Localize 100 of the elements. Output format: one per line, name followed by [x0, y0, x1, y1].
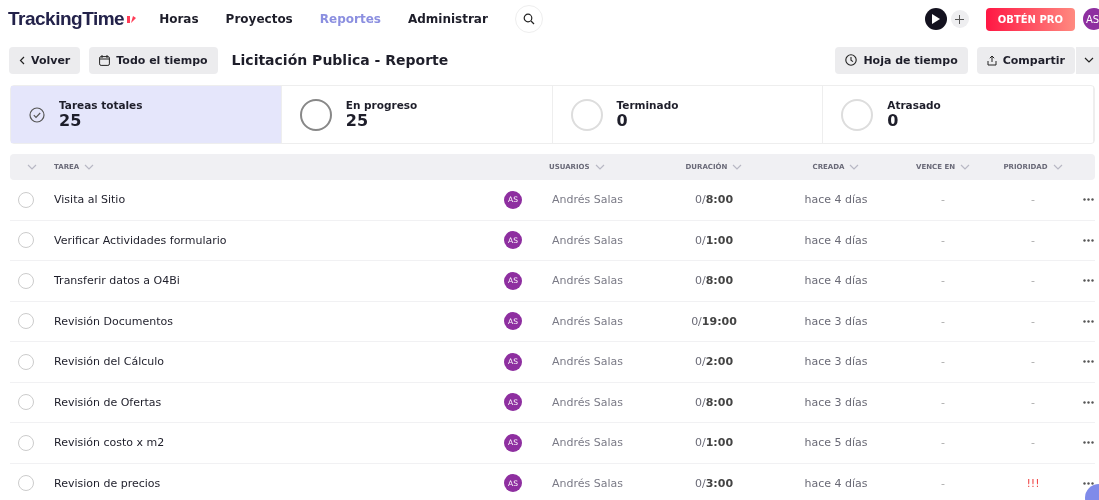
priority-value: -	[1030, 355, 1036, 369]
created-date: hace 5 días	[803, 436, 869, 450]
due-date: -	[940, 476, 946, 490]
duration-value: 0/8:00	[693, 274, 735, 288]
share-icon	[986, 54, 997, 66]
progress-ring	[299, 98, 332, 131]
add-button[interactable]	[950, 10, 969, 28]
more-icon[interactable]	[1083, 481, 1094, 485]
task-name[interactable]: Transferir datos a O4Bi	[54, 274, 504, 288]
created-date: hace 4 días	[803, 193, 869, 207]
more-icon[interactable]	[1083, 279, 1094, 283]
task-name[interactable]: Revisión de Ofertas	[54, 395, 504, 409]
chevron-down-icon[interactable]	[849, 164, 860, 170]
search-icon	[522, 13, 535, 25]
task-name[interactable]: Revision de precios	[54, 476, 504, 490]
stat-label: Atrasado	[887, 99, 941, 111]
duration-value: 0/3:00	[693, 476, 735, 490]
stat-value: 0	[887, 111, 900, 130]
user-name: Andrés Salas	[552, 314, 624, 328]
priority-value: -	[1030, 436, 1036, 450]
priority-value: -	[1030, 233, 1036, 247]
stat-label: Terminado	[616, 99, 679, 111]
created-date: hace 4 días	[803, 233, 869, 247]
task-name[interactable]: Revisión del Cálculo	[54, 355, 504, 369]
task-name[interactable]: Visita al Sitio	[54, 193, 504, 207]
stat-value: 25	[59, 111, 83, 130]
plus-icon	[955, 14, 965, 24]
stat-card[interactable]: En progreso 25	[281, 86, 553, 143]
user-avatar[interactable]: AS	[1083, 8, 1099, 30]
report-title: Licitación Publica - Reporte	[231, 52, 449, 68]
chevron-down-icon	[1084, 57, 1094, 63]
due-date: -	[940, 274, 946, 288]
stat-card[interactable]: Tareas totales 25	[11, 86, 282, 143]
due-date: -	[940, 436, 946, 450]
due-date: -	[940, 395, 946, 409]
stat-card[interactable]: Atrasado 0	[823, 86, 1094, 143]
due-date: -	[940, 193, 946, 207]
task-name[interactable]: Revisión Documentos	[54, 314, 504, 328]
created-date: hace 4 días	[803, 476, 869, 490]
progress-ring	[570, 98, 603, 131]
duration-value: 0/2:00	[693, 355, 735, 369]
user-name: Andrés Salas	[552, 436, 624, 450]
created-date: hace 3 días	[803, 355, 869, 369]
priority-value: -	[1030, 193, 1036, 207]
duration-value: 0/8:00	[693, 193, 735, 207]
duration-value: 0/8:00	[693, 395, 735, 409]
logo-icon	[126, 14, 138, 24]
user-name: Andrés Salas	[552, 476, 624, 490]
chevron-down-icon[interactable]	[594, 164, 605, 170]
duration-value: 0/1:00	[693, 233, 735, 247]
stat-value: 0	[616, 111, 629, 130]
duration-value: 0/19:00	[690, 314, 738, 328]
priority-value: -	[1030, 274, 1036, 288]
due-date: -	[940, 314, 946, 328]
stat-label: Tareas totales	[59, 99, 143, 111]
more-icon[interactable]	[1083, 198, 1094, 202]
user-name: Andrés Salas	[552, 355, 624, 369]
more-icon[interactable]	[1083, 400, 1094, 404]
date-range-button[interactable]: Todo el tiempo	[89, 46, 218, 74]
more-icon[interactable]	[1083, 238, 1094, 242]
user-name: Andrés Salas	[552, 233, 624, 247]
chevron-down-icon[interactable]	[84, 164, 95, 170]
stat-card[interactable]: Terminado 0	[552, 86, 824, 143]
due-date: -	[940, 355, 946, 369]
created-date: hace 4 días	[803, 274, 869, 288]
calendar-icon	[99, 54, 111, 66]
chevron-down-icon[interactable]	[960, 164, 971, 170]
stat-label: En progreso	[345, 99, 418, 111]
clock-icon	[845, 54, 858, 66]
play-icon	[931, 14, 941, 24]
share-button[interactable]: Compartir	[976, 46, 1075, 74]
due-date: -	[940, 233, 946, 247]
sort-icon[interactable]	[27, 164, 37, 170]
user-name: Andrés Salas	[552, 193, 624, 207]
created-date: hace 3 días	[803, 314, 869, 328]
progress-ring	[841, 98, 874, 131]
task-name[interactable]: Verificar Actividades formulario	[54, 233, 504, 247]
chevron-down-icon[interactable]	[1052, 164, 1063, 170]
nav-link[interactable]: Proyectos	[225, 12, 293, 26]
task-name[interactable]: Revisión costo x m2	[54, 436, 504, 450]
priority-value: -	[1030, 314, 1036, 328]
timesheet-button[interactable]: Hoja de tiempo	[835, 46, 968, 74]
created-date: hace 3 días	[803, 395, 869, 409]
logo[interactable]: TrackingTime	[8, 8, 125, 30]
check-circle-icon	[29, 106, 45, 123]
user-name: Andrés Salas	[552, 395, 624, 409]
play-button[interactable]	[924, 8, 947, 30]
back-button[interactable]: Volver	[9, 46, 81, 74]
user-name: Andrés Salas	[552, 274, 624, 288]
priority-value: -	[1030, 395, 1036, 409]
more-icon[interactable]	[1083, 360, 1094, 364]
stat-value: 25	[345, 111, 369, 130]
more-icon[interactable]	[1083, 441, 1094, 445]
priority-value: !!!	[1025, 476, 1041, 490]
nav-link[interactable]: Administrar	[407, 12, 488, 26]
more-icon[interactable]	[1083, 319, 1094, 323]
chevron-down-icon[interactable]	[732, 164, 743, 170]
share-menu-button[interactable]	[1076, 46, 1099, 74]
nav-link[interactable]: Horas	[159, 12, 199, 26]
chevron-left-icon	[19, 55, 25, 65]
